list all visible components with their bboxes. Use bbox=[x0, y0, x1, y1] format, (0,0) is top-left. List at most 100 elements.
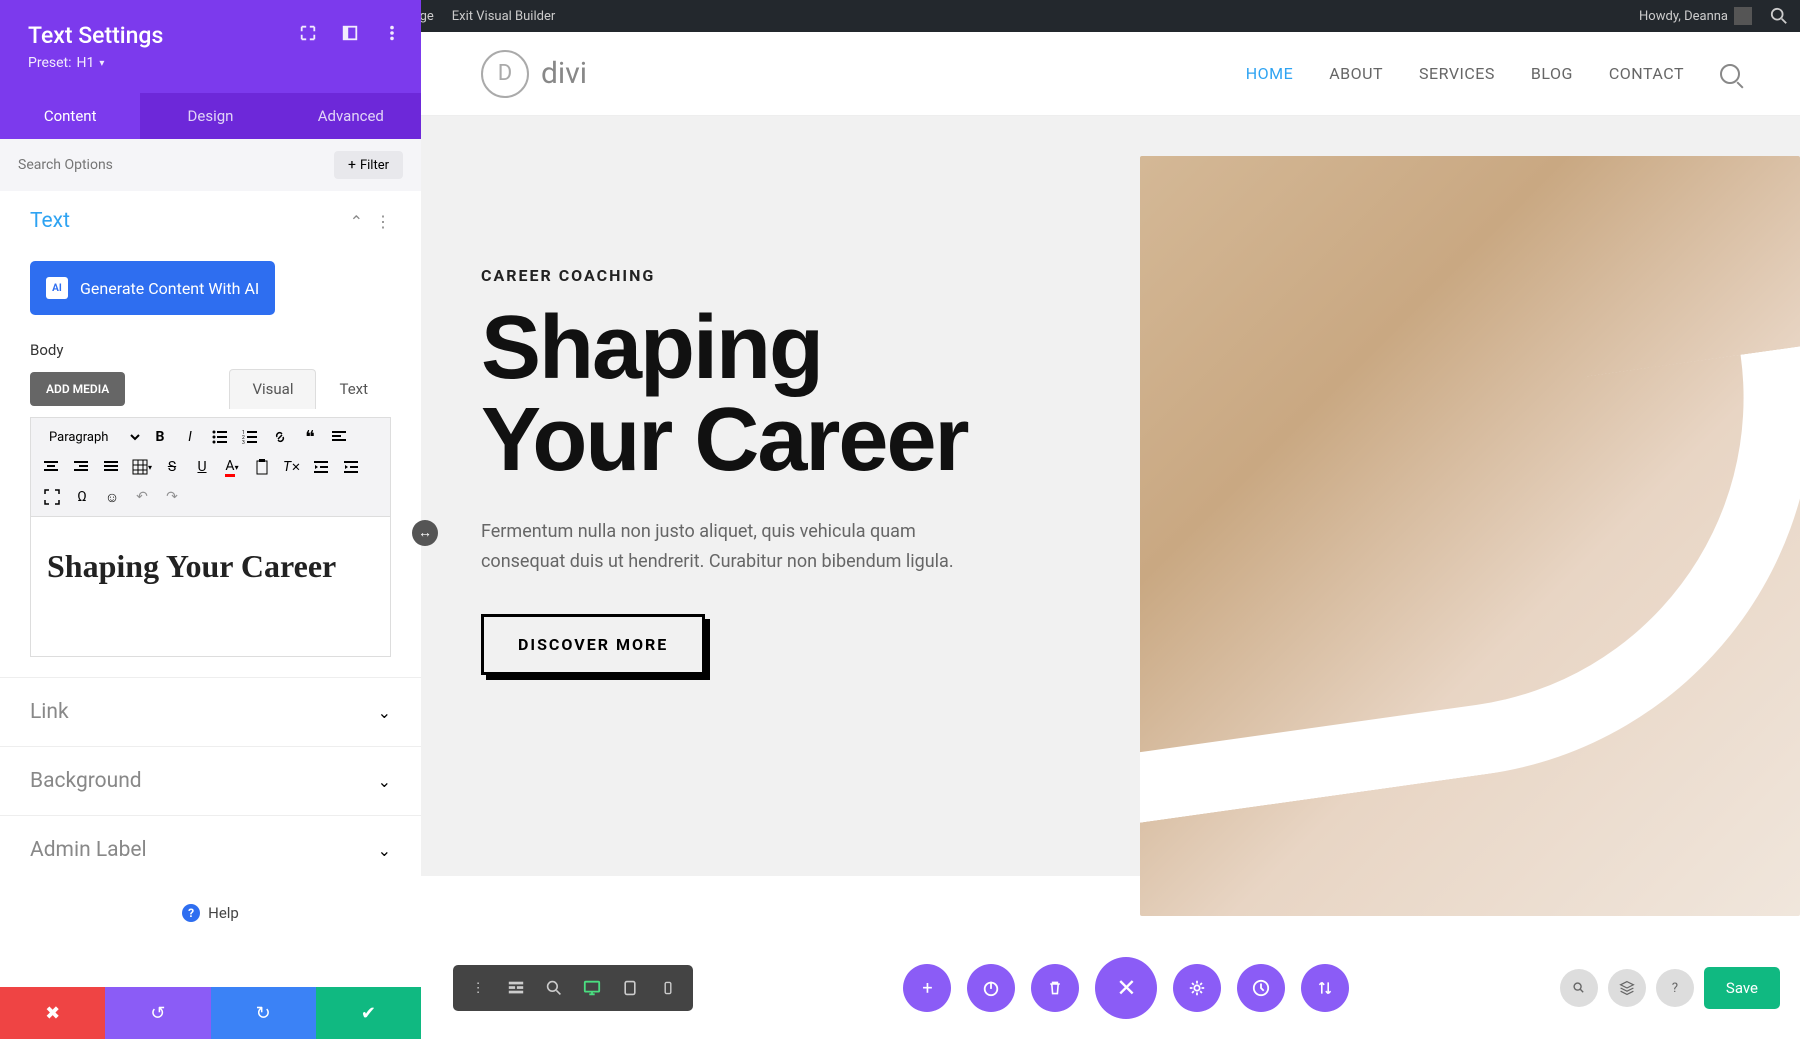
align-right-button[interactable] bbox=[69, 454, 95, 480]
align-center-button[interactable] bbox=[39, 454, 65, 480]
logo-icon: D bbox=[481, 50, 529, 98]
tab-content[interactable]: Content bbox=[0, 93, 140, 139]
redo-global-button[interactable]: ↻ bbox=[211, 987, 316, 1039]
search-row: +Filter bbox=[0, 139, 421, 191]
sidebar-resize-handle[interactable]: ↔ bbox=[412, 520, 438, 546]
delete-button[interactable] bbox=[1031, 964, 1079, 1012]
settings-sidebar: Text Settings Preset: H1 ▾ Content Desig… bbox=[0, 0, 421, 1039]
confirm-button[interactable]: ✔ bbox=[316, 987, 421, 1039]
more-menu-button[interactable]: ⋮ bbox=[459, 971, 497, 1005]
emoji-button[interactable]: ☺ bbox=[99, 484, 125, 510]
site-header: D divi HOME ABOUT SERVICES BLOG CONTACT bbox=[421, 32, 1800, 116]
bold-button[interactable]: B bbox=[147, 424, 173, 450]
desktop-view-button[interactable] bbox=[573, 971, 611, 1005]
link-button[interactable] bbox=[267, 424, 293, 450]
hero-eyebrow: CAREER COACHING bbox=[481, 266, 1021, 285]
chevron-down-icon: ⌄ bbox=[378, 841, 391, 860]
undo-global-button[interactable]: ↺ bbox=[105, 987, 210, 1039]
tab-advanced[interactable]: Advanced bbox=[281, 93, 421, 139]
decorative-swoosh bbox=[1140, 345, 1800, 827]
underline-button[interactable]: U bbox=[189, 454, 215, 480]
ul-button[interactable] bbox=[207, 424, 233, 450]
quote-button[interactable]: ❝ bbox=[297, 424, 323, 450]
avatar bbox=[1734, 7, 1752, 25]
editor-toolbar: Paragraph B I 123 ❝ ▾ S U A▾ T✕ Ω ☺ ↶ ↷ bbox=[30, 417, 391, 517]
svg-text:3: 3 bbox=[242, 440, 245, 445]
editor-tab-visual[interactable]: Visual bbox=[229, 369, 316, 409]
section-text-title[interactable]: Text bbox=[30, 209, 70, 233]
close-builder-button[interactable]: ✕ bbox=[1095, 957, 1157, 1019]
dock-icon[interactable] bbox=[341, 24, 359, 42]
paste-button[interactable] bbox=[249, 454, 275, 480]
editor-tab-text[interactable]: Text bbox=[316, 369, 391, 409]
help-builder-button[interactable]: ? bbox=[1656, 969, 1694, 1007]
more-icon[interactable] bbox=[383, 24, 401, 42]
hero-image bbox=[1140, 156, 1800, 916]
section-admin-label[interactable]: Admin Label ⌄ bbox=[0, 815, 421, 884]
howdy-link[interactable]: Howdy, Deanna bbox=[1639, 7, 1752, 25]
generate-ai-button[interactable]: AI Generate Content With AI bbox=[30, 261, 275, 315]
builder-bottom-bar: ⋮ + ✕ ? Save bbox=[453, 957, 1780, 1019]
add-media-button[interactable]: ADD MEDIA bbox=[30, 372, 125, 406]
ai-icon: AI bbox=[46, 277, 68, 299]
help-link[interactable]: ? Help bbox=[0, 884, 421, 942]
paragraph-select[interactable]: Paragraph bbox=[39, 425, 143, 450]
site-logo[interactable]: D divi bbox=[481, 50, 587, 98]
wireframe-button[interactable] bbox=[497, 971, 535, 1005]
history-button[interactable] bbox=[1237, 964, 1285, 1012]
nav-search-icon[interactable] bbox=[1720, 64, 1740, 84]
align-justify-button[interactable] bbox=[99, 454, 125, 480]
clear-format-button[interactable]: T✕ bbox=[279, 454, 305, 480]
italic-button[interactable]: I bbox=[177, 424, 203, 450]
nav-blog[interactable]: BLOG bbox=[1531, 64, 1573, 83]
undo-button[interactable]: ↶ bbox=[129, 484, 155, 510]
expand-icon[interactable] bbox=[299, 24, 317, 42]
indent-button[interactable] bbox=[339, 454, 365, 480]
settings-button[interactable] bbox=[1173, 964, 1221, 1012]
redo-button[interactable]: ↷ bbox=[159, 484, 185, 510]
add-button[interactable]: + bbox=[903, 964, 951, 1012]
exit-vb-link[interactable]: Exit Visual Builder bbox=[452, 9, 555, 24]
sidebar-tabs: Content Design Advanced bbox=[0, 93, 421, 139]
editor-content: Shaping Your Career bbox=[47, 545, 374, 588]
strike-button[interactable]: S bbox=[159, 454, 185, 480]
swap-button[interactable] bbox=[1301, 964, 1349, 1012]
hero-description: Fermentum nulla non justo aliquet, quis … bbox=[481, 517, 1001, 578]
power-button[interactable] bbox=[967, 964, 1015, 1012]
save-button[interactable]: Save bbox=[1704, 967, 1780, 1009]
tab-design[interactable]: Design bbox=[140, 93, 280, 139]
zoom-button[interactable] bbox=[535, 971, 573, 1005]
section-link[interactable]: Link ⌄ bbox=[0, 677, 421, 746]
nav-home[interactable]: HOME bbox=[1246, 64, 1293, 83]
builder-actions: + ✕ bbox=[903, 957, 1349, 1019]
howdy-text: Howdy, Deanna bbox=[1639, 9, 1728, 24]
textcolor-button[interactable]: A▾ bbox=[219, 454, 245, 480]
filter-button[interactable]: +Filter bbox=[334, 151, 403, 179]
cancel-button[interactable]: ✖ bbox=[0, 987, 105, 1039]
nav-about[interactable]: ABOUT bbox=[1329, 64, 1383, 83]
nav-services[interactable]: SERVICES bbox=[1419, 64, 1495, 83]
search-builder-button[interactable] bbox=[1560, 969, 1598, 1007]
nav-contact[interactable]: CONTACT bbox=[1609, 64, 1684, 83]
help-icon: ? bbox=[182, 904, 200, 922]
align-left-button[interactable] bbox=[327, 424, 353, 450]
hero-section: CAREER COACHING Shaping Your Career Ferm… bbox=[421, 116, 1800, 876]
hero-title[interactable]: Shaping Your Career bbox=[481, 303, 1021, 487]
editor-area[interactable]: Shaping Your Career bbox=[30, 517, 391, 657]
table-button[interactable]: ▾ bbox=[129, 454, 155, 480]
special-char-button[interactable]: Ω bbox=[69, 484, 95, 510]
layers-button[interactable] bbox=[1608, 969, 1646, 1007]
section-more-icon[interactable]: ⋮ bbox=[375, 212, 391, 231]
phone-view-button[interactable] bbox=[649, 971, 687, 1005]
collapse-icon[interactable]: ⌃ bbox=[350, 212, 363, 231]
fullscreen-button[interactable] bbox=[39, 484, 65, 510]
preset-selector[interactable]: Preset: H1 ▾ bbox=[28, 55, 393, 71]
chevron-down-icon: ⌄ bbox=[378, 772, 391, 791]
wp-search-icon[interactable] bbox=[1770, 7, 1788, 25]
section-background[interactable]: Background ⌄ bbox=[0, 746, 421, 815]
outdent-button[interactable] bbox=[309, 454, 335, 480]
discover-more-button[interactable]: DISCOVER MORE bbox=[481, 614, 705, 675]
tablet-view-button[interactable] bbox=[611, 971, 649, 1005]
search-input[interactable] bbox=[18, 157, 334, 173]
ol-button[interactable]: 123 bbox=[237, 424, 263, 450]
